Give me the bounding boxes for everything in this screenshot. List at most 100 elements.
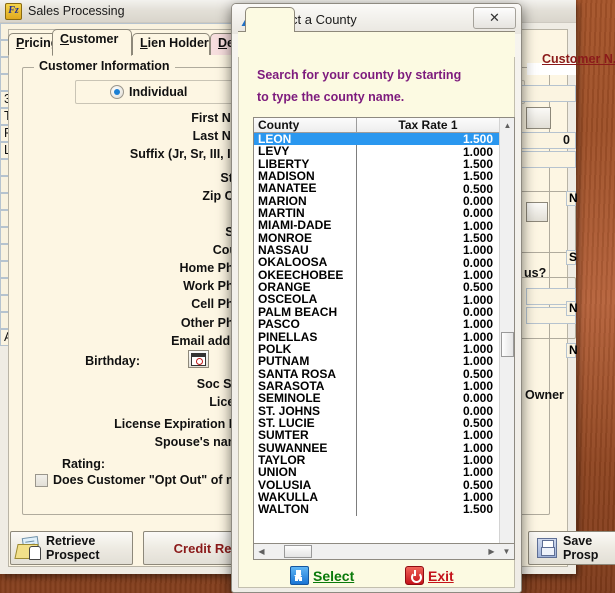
tab-lien-holder[interactable]: Lien Holder <box>132 33 210 55</box>
radio-individual-label: Individual <box>129 85 187 99</box>
tab-customer[interactable]: Customer <box>52 29 132 56</box>
county-name-cell: PUTNAM <box>254 355 357 367</box>
county-row[interactable]: TAYLOR1.000 <box>254 454 499 466</box>
tax-rate-cell: 0.000 <box>357 195 499 207</box>
field-label-ssn: Soc Sec #: <box>60 375 260 392</box>
county-row[interactable]: MADISON1.500 <box>254 170 499 182</box>
county-row[interactable]: LIBERTY1.500 <box>254 158 499 170</box>
county-row[interactable]: NASSAU1.000 <box>254 244 499 256</box>
county-name-cell: SARASOTA <box>254 380 357 392</box>
radio-individual-dot <box>110 85 124 99</box>
county-row[interactable]: SUMTER1.000 <box>254 429 499 441</box>
field-label-other-phone: Other Phone: <box>60 314 260 331</box>
county-row[interactable]: MARTIN0.000 <box>254 207 499 219</box>
county-name-cell: ST. JOHNS <box>254 405 357 417</box>
field-label-zip: Zip Code: <box>60 187 260 204</box>
column-header-tax-rate[interactable]: Tax Rate 1 <box>357 118 499 132</box>
tax-rate-cell: 0.000 <box>357 306 499 318</box>
county-name-cell: LEVY <box>254 145 357 157</box>
county-row[interactable]: PASCO1.000 <box>254 318 499 330</box>
county-name-cell: LIBERTY <box>254 158 357 170</box>
county-name-cell: SEMINOLE <box>254 392 357 404</box>
save-line2: Prosp <box>563 548 598 562</box>
tax-rate-cell: 1.000 <box>357 244 499 256</box>
select-button[interactable]: Select <box>290 566 354 585</box>
county-row[interactable]: MONROE1.500 <box>254 232 499 244</box>
county-list[interactable]: County Tax Rate 1 LEON1.500LEVY1.000LIBE… <box>253 117 515 557</box>
right-zero-field[interactable]: 0 <box>520 132 576 149</box>
county-row[interactable]: SANTA ROSA0.500 <box>254 368 499 380</box>
tax-rate-cell: 1.000 <box>357 269 499 281</box>
field-label-email: Email address: <box>50 332 260 349</box>
county-name-cell: PINELLAS <box>254 331 357 343</box>
tax-rate-cell: 0.500 <box>357 417 499 429</box>
optout-checkbox[interactable] <box>35 474 48 487</box>
county-row[interactable]: MANATEE0.500 <box>254 182 499 194</box>
right-field-2[interactable] <box>520 151 576 168</box>
horizontal-scrollbar-thumb[interactable] <box>284 545 312 558</box>
county-row[interactable]: OSCEOLA1.000 <box>254 293 499 305</box>
field-label-birthday: Birthday: <box>30 352 140 369</box>
county-row[interactable]: OKALOOSA0.000 <box>254 256 499 268</box>
right-n-mark-3: N <box>566 343 576 358</box>
county-list-vertical-scrollbar[interactable]: ▲ <box>499 118 514 556</box>
county-row[interactable]: SARASOTA1.000 <box>254 380 499 392</box>
scroll-down-icon[interactable]: ▼ <box>499 547 514 556</box>
birthday-calendar-button[interactable] <box>188 350 209 368</box>
retrieve-line2: Prospect <box>46 548 100 562</box>
county-name-cell: POLK <box>254 343 357 355</box>
tax-rate-cell: 0.000 <box>357 405 499 417</box>
scroll-right-icon[interactable]: ▶ <box>484 547 499 556</box>
county-row[interactable]: PUTNAM1.000 <box>254 355 499 367</box>
county-row[interactable]: OKEECHOBEE1.000 <box>254 269 499 281</box>
county-list-horizontal-scrollbar[interactable]: ◀ ▶ ▼ <box>253 543 515 560</box>
field-label-license: License: <box>60 393 260 410</box>
right-small-button[interactable] <box>526 107 551 129</box>
county-row[interactable]: SUWANNEE1.000 <box>254 442 499 454</box>
county-row[interactable]: ST. JOHNS0.000 <box>254 405 499 417</box>
tab-customer-label: ustomer <box>69 32 118 46</box>
column-header-county[interactable]: County <box>254 118 357 132</box>
county-name-cell: WALTON <box>254 503 357 515</box>
vertical-scrollbar-thumb[interactable] <box>501 332 514 357</box>
county-row[interactable]: ORANGE0.500 <box>254 281 499 293</box>
county-row[interactable]: PALM BEACH0.000 <box>254 306 499 318</box>
county-name-cell: MARTIN <box>254 207 357 219</box>
floppy-disk-icon <box>537 538 557 558</box>
radio-individual[interactable]: Individual <box>110 85 187 99</box>
retrieve-prospect-button[interactable]: Retrieve Prospect <box>10 531 133 565</box>
county-row[interactable]: PINELLAS1.000 <box>254 331 499 343</box>
county-row[interactable]: LEVY1.000 <box>254 145 499 157</box>
county-list-rows[interactable]: LEON1.500LEVY1.000LIBERTY1.500MADISON1.5… <box>254 133 499 545</box>
search-hint-line-2: to type the county name. <box>257 90 404 104</box>
tax-rate-cell: 0.000 <box>357 257 499 269</box>
right-n-mark-1: N <box>566 191 576 206</box>
county-row[interactable]: VOLUSIA0.500 <box>254 479 499 491</box>
birthday-label: Birthday: <box>85 354 140 368</box>
save-prospect-button[interactable]: Save Prosp <box>528 531 615 565</box>
tax-rate-cell: 1.500 <box>357 158 499 170</box>
county-row[interactable]: MIAMI-DADE1.000 <box>254 219 499 231</box>
county-row[interactable]: UNION1.000 <box>254 466 499 478</box>
optout-checkbox-row[interactable]: Does Customer "Opt Out" of not <box>35 473 245 487</box>
right-field-1[interactable] <box>520 85 576 102</box>
retrieve-line1: Retrieve <box>46 534 95 548</box>
close-icon[interactable]: ✕ <box>473 7 516 29</box>
county-row[interactable]: MARION0.000 <box>254 195 499 207</box>
county-row[interactable]: ST. LUCIE0.500 <box>254 417 499 429</box>
right-small-button-2[interactable] <box>526 202 548 222</box>
window-title: Sales Processing <box>28 4 125 18</box>
tax-rate-cell: 1.500 <box>357 503 499 515</box>
calendar-icon <box>191 353 206 366</box>
county-row[interactable]: WALTON1.500 <box>254 503 499 515</box>
county-row[interactable]: POLK1.000 <box>254 343 499 355</box>
tax-rate-cell: 1.500 <box>357 232 499 244</box>
county-row[interactable]: WAKULLA1.000 <box>254 491 499 503</box>
dialog-tab[interactable] <box>245 7 295 32</box>
field-label-spouse: Spouse's name: <box>40 433 250 450</box>
county-row[interactable]: SEMINOLE0.000 <box>254 392 499 404</box>
exit-button[interactable]: Exit <box>405 566 454 585</box>
scroll-left-icon[interactable]: ◀ <box>254 547 269 556</box>
county-row[interactable]: LEON1.500 <box>254 133 499 145</box>
scroll-up-icon[interactable]: ▲ <box>500 118 515 133</box>
